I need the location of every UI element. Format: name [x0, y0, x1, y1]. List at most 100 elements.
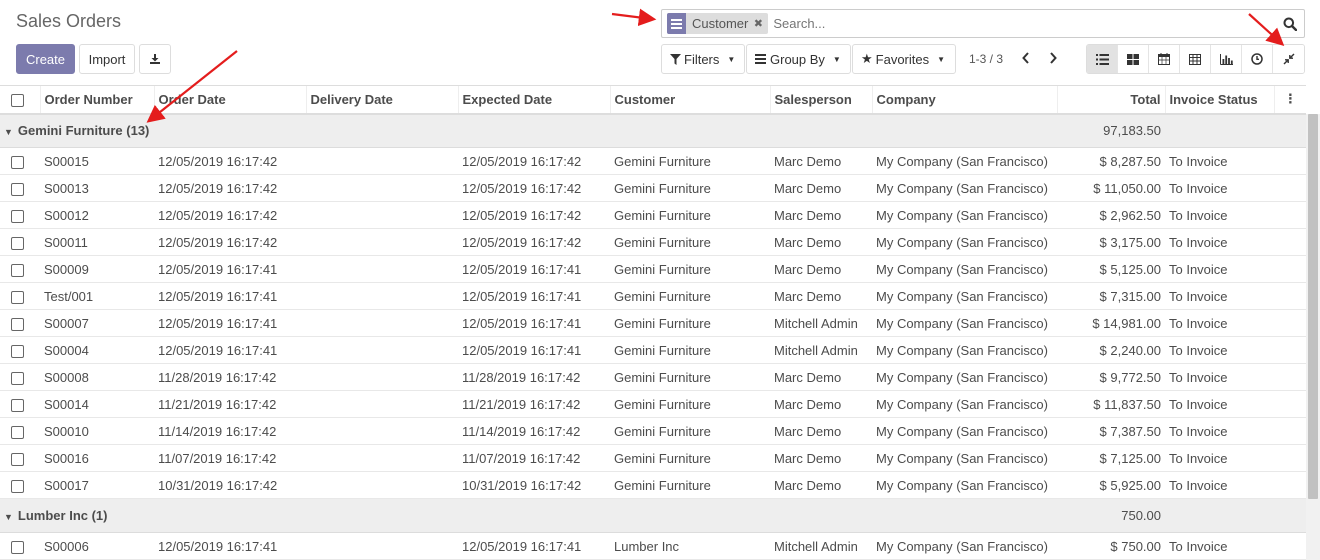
row-spacer — [1274, 255, 1306, 283]
row-checkbox[interactable] — [11, 479, 24, 493]
row-select-cell[interactable] — [0, 336, 40, 364]
search-button[interactable] — [1276, 10, 1304, 37]
total-cell: $ 11,050.00 — [1057, 174, 1165, 202]
row-select-cell[interactable] — [0, 201, 40, 229]
table-row[interactable]: S00015 12/05/2019 16:17:42 12/05/2019 16:1… — [0, 147, 1306, 175]
calendar-view-button[interactable] — [1149, 45, 1180, 73]
row-select-cell[interactable] — [0, 174, 40, 202]
column-header-order-number[interactable]: Order Number — [39, 85, 154, 115]
total-cell: $ 8,287.50 — [1057, 147, 1165, 175]
fullscreen-toggle-button[interactable] — [1273, 45, 1304, 73]
column-header-delivery-date[interactable]: Delivery Date — [305, 85, 458, 115]
column-header-salesperson[interactable]: Salesperson — [769, 85, 872, 115]
table-row[interactable]: S00006 12/05/2019 16:17:41 12/05/2019 16:1… — [0, 532, 1306, 560]
select-all-cell[interactable] — [0, 85, 40, 115]
calendar-view-icon — [1158, 53, 1170, 65]
facet-remove-icon[interactable]: ✖ — [751, 17, 765, 30]
row-spacer — [1274, 174, 1306, 202]
ellipsis-vertical-icon: ⋮ — [1283, 91, 1297, 107]
create-button[interactable]: Create — [16, 44, 75, 74]
row-spacer — [1274, 363, 1306, 391]
table-row[interactable]: S00017 10/31/2019 16:17:42 10/31/2019 16:1… — [0, 471, 1306, 499]
table-row[interactable]: S00014 11/21/2019 16:17:42 11/21/2019 16:1… — [0, 390, 1306, 418]
optional-columns-toggle[interactable]: ⋮ — [1273, 85, 1306, 115]
group-row[interactable]: ▼ Gemini Furniture (13) 97,183.50 — [0, 113, 1306, 148]
row-checkbox[interactable] — [11, 425, 24, 439]
table-row[interactable]: S00010 11/14/2019 16:17:42 11/14/2019 16:1… — [0, 417, 1306, 445]
row-checkbox[interactable] — [11, 317, 24, 331]
kanban-view-button[interactable] — [1118, 45, 1149, 73]
invoice-status-cell: To Invoice — [1165, 390, 1274, 418]
search-input[interactable] — [771, 11, 1276, 36]
favorites-dropdown[interactable]: ★ Favorites ▼ — [852, 44, 956, 74]
row-select-cell[interactable] — [0, 471, 40, 499]
select-all-checkbox[interactable] — [11, 93, 24, 107]
table-row[interactable]: S00008 11/28/2019 16:17:42 11/28/2019 16:1… — [0, 363, 1306, 391]
row-checkbox[interactable] — [11, 290, 24, 304]
invoice-status-cell: To Invoice — [1165, 282, 1274, 310]
table-body: ▼ Gemini Furniture (13) 97,183.50 S00015 12/… — [0, 113, 1306, 560]
column-header-order-date[interactable]: Order Date — [153, 85, 306, 115]
expected-date-cell: 11/21/2019 16:17:42 — [458, 390, 610, 418]
row-checkbox[interactable] — [11, 263, 24, 277]
row-spacer — [1274, 282, 1306, 310]
table-row[interactable]: S00013 12/05/2019 16:17:42 12/05/2019 16:1… — [0, 174, 1306, 202]
row-select-cell[interactable] — [0, 390, 40, 418]
search-facet[interactable]: Customer ✖ — [667, 13, 769, 34]
graph-view-button[interactable] — [1211, 45, 1242, 73]
row-checkbox[interactable] — [11, 371, 24, 385]
row-select-cell[interactable] — [0, 444, 40, 472]
list-view-button[interactable] — [1087, 45, 1118, 73]
company-cell: My Company (San Francisco) — [872, 147, 1057, 175]
group-header-cell[interactable]: ▼ Lumber Inc (1) — [0, 498, 1057, 533]
column-header-expected-date[interactable]: Expected Date — [457, 85, 610, 115]
row-checkbox[interactable] — [11, 236, 24, 250]
column-header-company[interactable]: Company — [871, 85, 1057, 115]
row-checkbox[interactable] — [11, 182, 24, 196]
row-select-cell[interactable] — [0, 363, 40, 391]
group-by-dropdown[interactable]: Group By ▼ — [746, 44, 851, 74]
row-checkbox[interactable] — [11, 398, 24, 412]
row-checkbox[interactable] — [11, 452, 24, 466]
order-number-cell: S00016 — [40, 444, 154, 472]
filters-dropdown[interactable]: Filters ▼ — [661, 44, 745, 74]
order-number-cell: S00015 — [40, 147, 154, 175]
table-row[interactable]: S00004 12/05/2019 16:17:41 12/05/2019 16:1… — [0, 336, 1306, 364]
row-checkbox[interactable] — [11, 540, 24, 554]
group-row[interactable]: ▼ Lumber Inc (1) 750.00 — [0, 498, 1306, 533]
row-checkbox[interactable] — [11, 155, 24, 169]
table-row[interactable]: S00012 12/05/2019 16:17:42 12/05/2019 16:1… — [0, 201, 1306, 229]
column-header-invoice-status[interactable]: Invoice Status — [1164, 85, 1274, 115]
row-select-cell[interactable] — [0, 532, 40, 560]
expected-date-cell: 12/05/2019 16:17:42 — [458, 174, 610, 202]
row-select-cell[interactable] — [0, 309, 40, 337]
customer-cell: Gemini Furniture — [610, 363, 770, 391]
row-select-cell[interactable] — [0, 147, 40, 175]
table-row[interactable]: S00007 12/05/2019 16:17:41 12/05/2019 16:1… — [0, 309, 1306, 337]
row-select-cell[interactable] — [0, 417, 40, 445]
row-select-cell[interactable] — [0, 228, 40, 256]
delivery-date-cell — [306, 444, 458, 472]
pager-value[interactable]: 1-3 / 3 — [969, 52, 1003, 66]
pager-next-button[interactable] — [1045, 49, 1061, 67]
import-button[interactable]: Import — [79, 44, 135, 74]
column-header-customer[interactable]: Customer — [609, 85, 770, 115]
table-row[interactable]: Test/001 12/05/2019 16:17:41 12/05/2019 16… — [0, 282, 1306, 310]
column-header-total[interactable]: Total — [1056, 85, 1165, 115]
scrollbar-thumb[interactable] — [1308, 114, 1318, 499]
row-checkbox[interactable] — [11, 344, 24, 358]
table-row[interactable]: S00011 12/05/2019 16:17:42 12/05/2019 16:1… — [0, 228, 1306, 256]
pivot-view-button[interactable] — [1180, 45, 1211, 73]
row-spacer — [1274, 147, 1306, 175]
row-spacer — [1274, 471, 1306, 499]
row-select-cell[interactable] — [0, 282, 40, 310]
pager-previous-button[interactable] — [1018, 49, 1034, 67]
table-row[interactable]: S00009 12/05/2019 16:17:41 12/05/2019 16:1… — [0, 255, 1306, 283]
scrollbar[interactable] — [1306, 114, 1320, 560]
download-button[interactable] — [139, 44, 171, 74]
table-row[interactable]: S00016 11/07/2019 16:17:42 11/07/2019 16:1… — [0, 444, 1306, 472]
row-select-cell[interactable] — [0, 255, 40, 283]
row-checkbox[interactable] — [11, 209, 24, 223]
activity-view-button[interactable] — [1242, 45, 1273, 73]
group-header-cell[interactable]: ▼ Gemini Furniture (13) — [0, 113, 1057, 148]
